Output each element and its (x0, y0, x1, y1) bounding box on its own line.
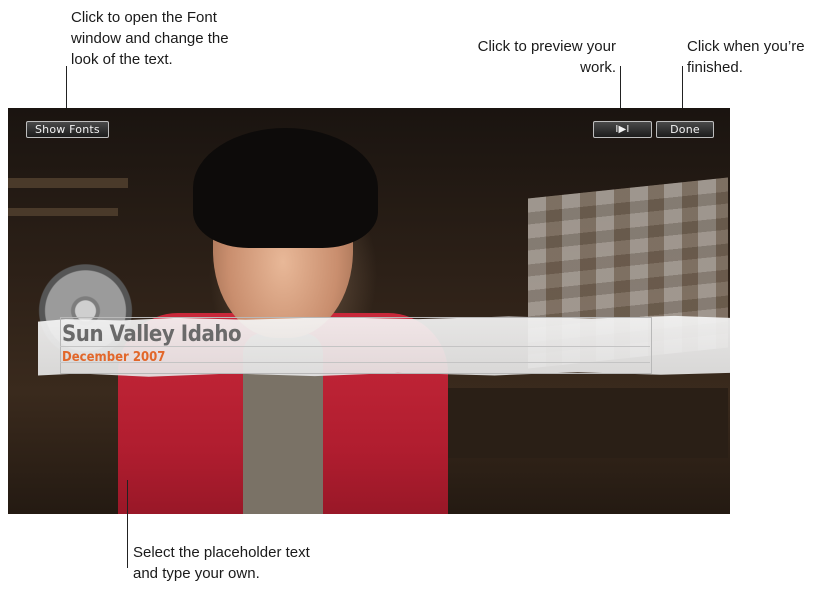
title-subtitle-text[interactable]: December 2007 (62, 350, 165, 365)
callout-line: Select the placeholder text (133, 544, 310, 561)
callout-done: Click when you’re finished. (687, 36, 805, 78)
callout-line: Click when you’re (687, 38, 805, 55)
callout-preview: Click to preview your work. (444, 36, 616, 78)
show-fonts-button[interactable]: Show Fonts (26, 121, 109, 138)
callout-line: work. (580, 59, 616, 76)
callout-line: and type your own. (133, 565, 260, 582)
callout-line: finished. (687, 59, 743, 76)
done-button[interactable]: Done (656, 121, 714, 138)
preview-play-button[interactable]: I▶I (593, 121, 652, 138)
callout-line: Click to preview your (477, 38, 616, 55)
scene-person-hair (193, 128, 378, 248)
callout-line: look of the text. (71, 51, 173, 68)
scene-shelf (8, 178, 128, 188)
scene-shelf (8, 208, 118, 216)
scene-table (428, 388, 728, 458)
callout-leader-placeholder (127, 480, 128, 568)
callout-line: window and change the (71, 30, 229, 47)
title-main-text[interactable]: Sun Valley Idaho (62, 322, 242, 347)
callout-show-fonts: Click to open the Font window and change… (71, 7, 229, 70)
callout-placeholder: Select the placeholder text and type you… (133, 542, 310, 584)
video-preview (8, 108, 730, 514)
callout-line: Click to open the Font (71, 9, 217, 26)
